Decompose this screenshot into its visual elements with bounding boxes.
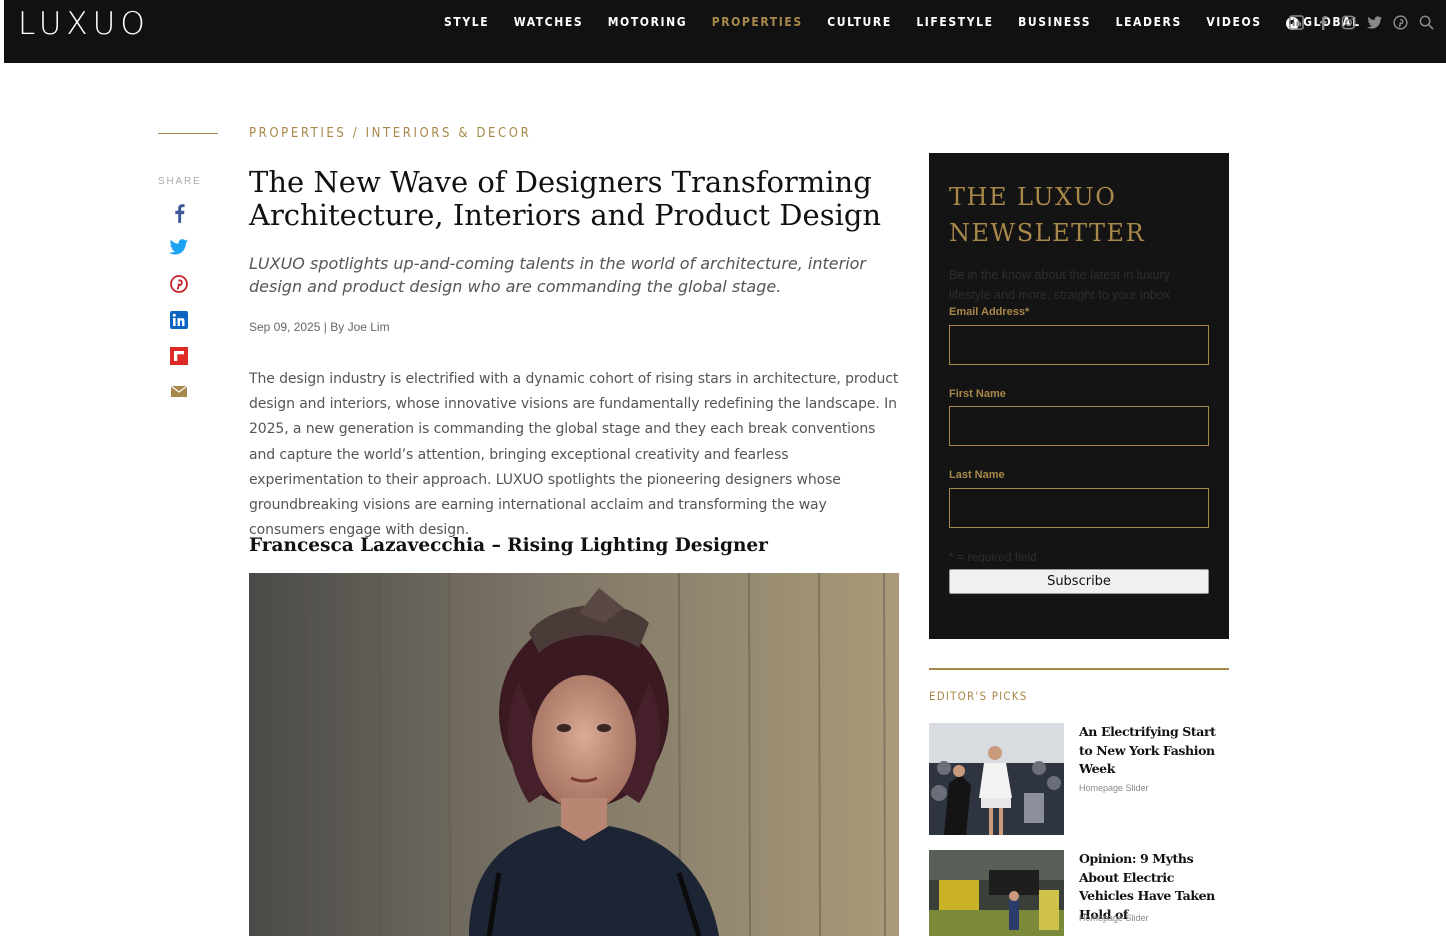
editors-pick-title[interactable]: An Electrifying Start to New York Fashio…: [1079, 723, 1224, 779]
nav-item-style[interactable]: STYLE: [444, 15, 489, 29]
twitter-icon[interactable]: [1366, 14, 1383, 31]
author-link[interactable]: Joe Lim: [348, 320, 390, 334]
article-body-paragraph: The design industry is electrified with …: [249, 371, 899, 539]
nav-item-lifestyle[interactable]: LIFESTYLE: [916, 15, 993, 29]
editors-picks-divider: [929, 668, 1229, 670]
nav-item-leaders[interactable]: LEADERS: [1116, 15, 1182, 29]
subscribe-button[interactable]: Subscribe: [949, 569, 1209, 594]
linkedin-icon[interactable]: [1288, 14, 1305, 31]
hero-image: [249, 573, 899, 936]
share-label: SHARE: [158, 176, 202, 187]
nav-item-videos[interactable]: VIDEOS: [1206, 15, 1261, 29]
editors-pick-category[interactable]: Homepage Slider: [1079, 783, 1149, 793]
byline-prefix: By: [330, 320, 345, 334]
nav-item-watches[interactable]: WATCHES: [514, 15, 583, 29]
last-name-field[interactable]: [949, 488, 1209, 528]
instagram-icon[interactable]: [1340, 14, 1357, 31]
newsletter-title: THE LUXUO NEWSLETTER: [949, 183, 1146, 247]
share-pinterest-icon[interactable]: [167, 275, 191, 311]
share-email-icon[interactable]: [167, 383, 191, 419]
nav-item-business[interactable]: BUSINESS: [1018, 15, 1091, 29]
main-nav-menu: STYLE WATCHES MOTORING PROPERTIES CULTUR…: [444, 15, 1385, 30]
share-divider: [158, 133, 218, 134]
nav-item-motoring[interactable]: MOTORING: [608, 15, 688, 29]
article-date: Sep 09, 2025: [249, 320, 321, 334]
share-twitter-icon[interactable]: [167, 239, 191, 275]
newsletter-panel: THE LUXUO NEWSLETTER Be in the know abou…: [929, 153, 1229, 639]
share-facebook-icon[interactable]: [167, 203, 191, 239]
email-field[interactable]: [949, 325, 1209, 365]
editors-picks-heading: EDITOR'S PICKS: [929, 689, 1028, 703]
social-links-header: [1288, 14, 1435, 31]
site-logo[interactable]: LUXUO: [18, 6, 150, 42]
pinterest-icon[interactable]: [1392, 14, 1409, 31]
article-byline: Sep 09, 2025 | By Joe Lim: [249, 320, 390, 334]
first-name-label: First Name: [949, 388, 1006, 400]
share-linkedin-icon[interactable]: [167, 311, 191, 347]
breadcrumb-section-link[interactable]: PROPERTIES: [249, 126, 346, 141]
breadcrumb-subsection-link[interactable]: INTERIORS & DECOR: [366, 126, 532, 141]
required-field-note: * = required field: [949, 550, 1037, 564]
editors-pick-thumbnail[interactable]: [929, 723, 1064, 835]
newsletter-description: Be in the know about the latest in luxur…: [949, 268, 1170, 302]
nav-item-properties[interactable]: PROPERTIES: [712, 15, 803, 29]
nav-item-culture[interactable]: CULTURE: [827, 15, 892, 29]
top-navbar: LUXUO STYLE WATCHES MOTORING PROPERTIES …: [4, 0, 1446, 63]
last-name-label: Last Name: [949, 469, 1005, 481]
first-name-field[interactable]: [949, 406, 1209, 446]
breadcrumb-separator: /: [352, 126, 360, 141]
article-dek: LUXUO spotlights up-and-coming talents i…: [249, 254, 867, 296]
share-flipboard-icon[interactable]: [167, 347, 191, 383]
email-label: Email Address*: [949, 306, 1030, 318]
breadcrumb: PROPERTIES / INTERIORS & DECOR: [249, 126, 531, 141]
article-subhead: Francesca Lazavecchia – Rising Lighting …: [249, 535, 768, 556]
article-title: The New Wave of Designers Transforming A…: [249, 165, 882, 232]
search-icon[interactable]: [1418, 14, 1435, 31]
facebook-icon[interactable]: [1314, 14, 1331, 31]
editors-pick-thumbnail[interactable]: [929, 850, 1064, 936]
editors-pick-category[interactable]: Homepage Slider: [1079, 913, 1149, 923]
share-icons: [167, 203, 191, 419]
